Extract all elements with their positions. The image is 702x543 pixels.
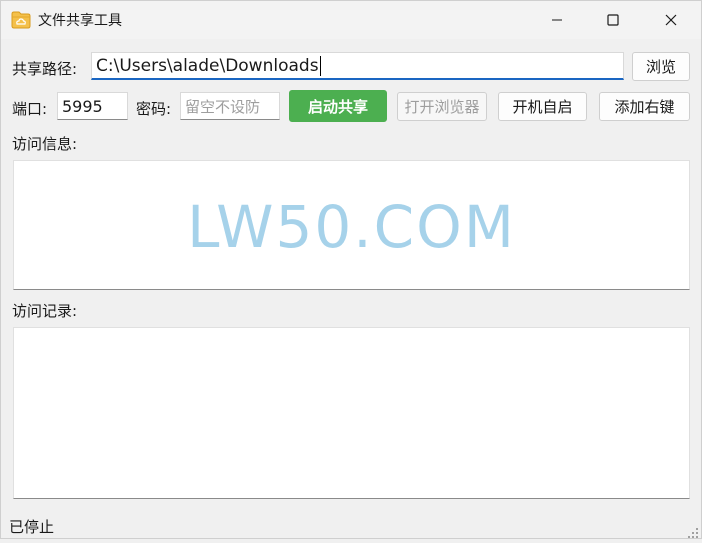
close-button[interactable] [643,1,699,39]
minimize-button[interactable] [529,1,585,39]
port-value: 5995 [62,96,103,116]
share-path-label: 共享路径: [12,60,78,78]
open-browser-button[interactable]: 打开浏览器 [397,92,487,121]
access-log-label: 访问记录: [12,302,78,320]
close-icon [665,14,677,26]
password-placeholder: 留空不设防 [185,97,261,116]
maximize-icon [607,14,619,26]
start-share-button[interactable]: 启动共享 [289,90,387,122]
port-label: 端口: [12,100,48,118]
window-title: 文件共享工具 [38,13,122,29]
access-info-label: 访问信息: [12,135,78,153]
app-window: 文件共享工具 共享路径: C:\Users\alade\Downloads 浏览… [0,0,702,539]
autostart-button[interactable]: 开机自启 [498,92,587,121]
share-path-input[interactable]: C:\Users\alade\Downloads [91,52,624,80]
resize-grip-icon[interactable] [687,524,699,538]
access-log-panel[interactable] [13,327,690,499]
port-input[interactable]: 5995 [57,92,128,120]
minimize-icon [551,14,563,26]
text-caret [319,55,321,76]
browse-button[interactable]: 浏览 [632,52,690,81]
share-path-value: C:\Users\alade\Downloads [96,55,319,76]
folder-icon [11,11,31,29]
password-label: 密码: [136,100,172,118]
watermark-logo: LW50.COM [187,193,516,261]
password-input[interactable]: 留空不设防 [180,92,280,120]
title-bar: 文件共享工具 [1,1,701,39]
maximize-button[interactable] [585,1,641,39]
status-text: 已停止 [9,518,55,536]
access-info-panel[interactable]: LW50.COM [13,160,690,290]
add-context-menu-button[interactable]: 添加右键 [599,92,690,121]
